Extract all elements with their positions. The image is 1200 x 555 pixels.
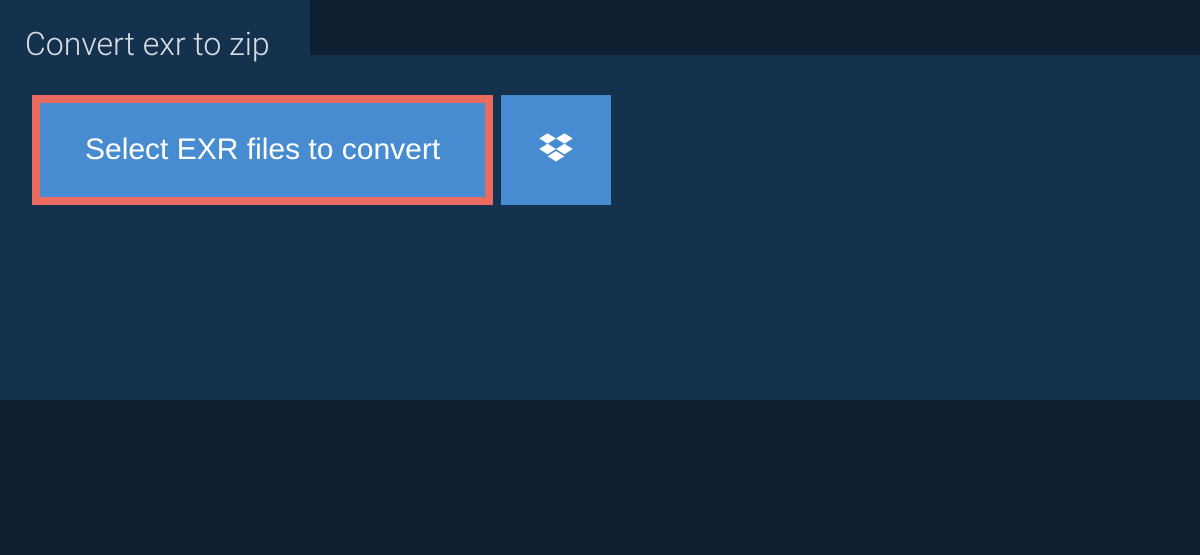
upload-panel: Convert exr to zip Select EXR files to c… — [0, 55, 1200, 400]
dropbox-icon — [535, 129, 577, 171]
page-title: Convert exr to zip — [25, 25, 270, 63]
dropbox-button[interactable] — [501, 95, 611, 205]
select-files-button[interactable]: Select EXR files to convert — [40, 103, 485, 197]
conversion-tab: Convert exr to zip — [0, 0, 310, 88]
select-button-highlight: Select EXR files to convert — [32, 95, 493, 205]
